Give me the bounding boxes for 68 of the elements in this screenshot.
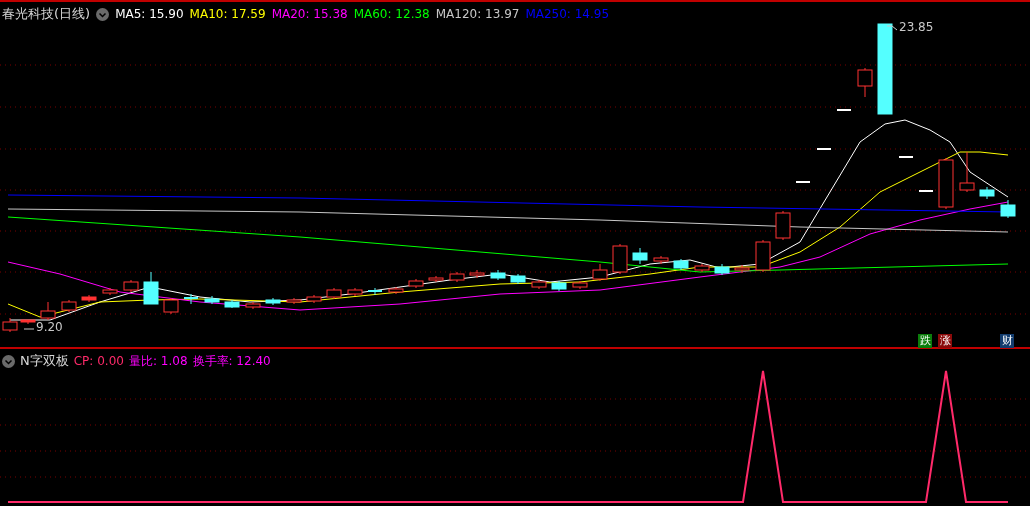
- dropdown-icon[interactable]: [96, 7, 110, 21]
- moving-average-value: MA5: 15.90: [115, 7, 184, 21]
- candlestick: [306, 294, 322, 304]
- candlestick: [428, 275, 444, 283]
- candlestick: [204, 295, 220, 305]
- candlestick: [979, 186, 995, 200]
- candlestick: [857, 67, 873, 98]
- candlestick: [183, 293, 199, 305]
- candlestick: [449, 271, 465, 283]
- candlestick: [408, 278, 424, 289]
- candlestick: [959, 151, 975, 193]
- candlestick: [81, 294, 97, 303]
- candlestick: [836, 109, 852, 112]
- leader-line: [886, 25, 898, 31]
- candlestick: [592, 263, 608, 282]
- moving-average-value: MA60: 12.38: [353, 7, 430, 21]
- candlestick: [510, 273, 526, 285]
- dropdown-icon[interactable]: [2, 354, 15, 368]
- candlestick: [795, 181, 811, 184]
- candlestick: [755, 239, 771, 273]
- candlestick: [469, 269, 485, 279]
- candlestick: [816, 148, 832, 151]
- candlestick: [102, 287, 118, 296]
- candlestick: [694, 263, 710, 273]
- candlestick: [673, 258, 689, 271]
- candlestick: [1000, 199, 1016, 219]
- candlestick: [123, 279, 139, 293]
- event-marker[interactable]: 涨: [938, 334, 952, 348]
- candlestick: [490, 269, 506, 281]
- candlestick: [653, 255, 669, 265]
- moving-average-value: MA120: 13.97: [435, 7, 520, 21]
- candlestick: [734, 264, 750, 274]
- candlestick: [245, 301, 261, 310]
- candlestick: [326, 287, 342, 300]
- candlestick: [551, 280, 567, 292]
- chart-title: 春光科技(日线): [2, 5, 91, 23]
- moving-average-value: MA20: 15.38: [271, 7, 348, 21]
- candlestick: [20, 319, 36, 325]
- candlestick: [265, 297, 281, 306]
- candlestick: [918, 190, 934, 193]
- candlestick: [775, 210, 791, 241]
- moving-average-value: MA250: 14.95: [525, 7, 610, 21]
- candlestick: [714, 263, 730, 276]
- indicator-value: CP: 0.00: [73, 354, 124, 368]
- candlestick: [286, 297, 302, 305]
- candlestick: [898, 156, 914, 159]
- event-marker[interactable]: 跌: [918, 334, 932, 348]
- candlestick: [143, 271, 159, 305]
- candlestick: [612, 243, 628, 275]
- candlestick: [163, 297, 179, 315]
- candlestick: [388, 286, 404, 295]
- candlestick: [938, 157, 954, 210]
- candlestick: [40, 301, 56, 321]
- event-marker[interactable]: 财: [1000, 334, 1014, 348]
- candlestick: [531, 279, 547, 290]
- moving-average-value: MA10: 17.59: [189, 7, 266, 21]
- candlestick: [61, 299, 77, 313]
- indicator-value: 换手率: 12.40: [192, 352, 271, 370]
- candlestick: [347, 287, 363, 297]
- high-price-label: 23.85: [899, 20, 934, 34]
- candlestick: [224, 299, 240, 309]
- low-price-label: 9.20: [36, 320, 63, 334]
- candlestick: [367, 287, 383, 296]
- indicator-title: N字双板: [20, 352, 69, 370]
- candlestick: [572, 280, 588, 290]
- leader-line: [23, 328, 35, 330]
- candlestick: [632, 247, 648, 265]
- indicator-value: 量比: 1.08: [128, 352, 188, 370]
